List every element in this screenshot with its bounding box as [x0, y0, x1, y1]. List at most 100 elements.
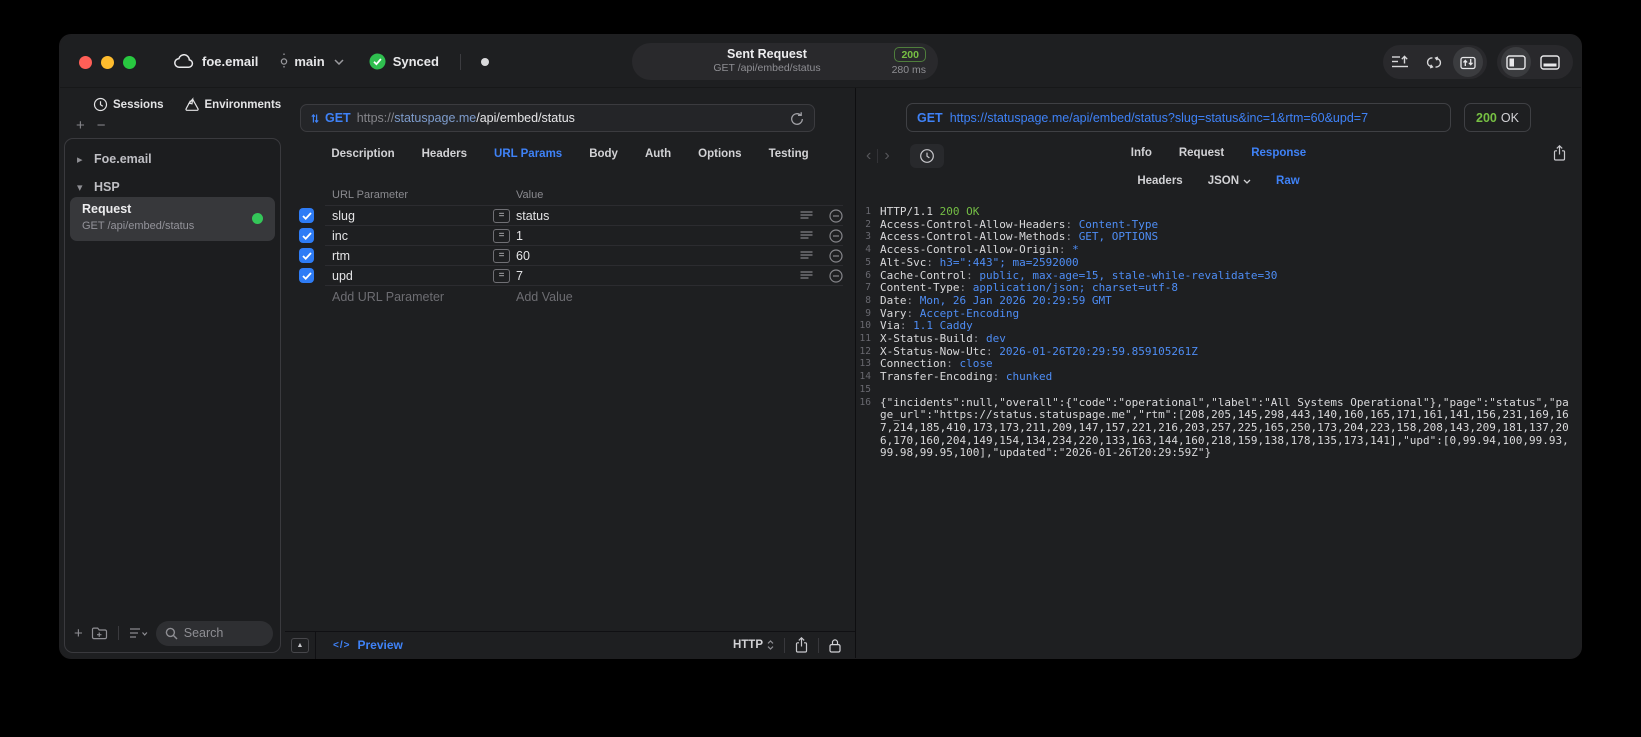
tab-description[interactable]: Description: [331, 148, 394, 160]
branch-name: main: [294, 54, 325, 69]
sent-request-pill[interactable]: Sent Request GET /api/embed/status 200 2…: [632, 43, 938, 80]
view-tab-json[interactable]: JSON: [1208, 175, 1251, 187]
view-tab-headers[interactable]: Headers: [1137, 175, 1182, 187]
line-number: 5: [865, 256, 871, 268]
param-name-cell[interactable]: rtm: [325, 249, 493, 263]
param-name-cell[interactable]: inc: [325, 229, 493, 243]
synced-check-icon: [369, 53, 386, 70]
equals-value-type-icon[interactable]: =: [493, 208, 510, 223]
search-box[interactable]: [155, 620, 273, 646]
param-rows: slug = status inc = 1 rtm = 60 upd = 7: [285, 206, 855, 286]
remove-row-icon[interactable]: [829, 208, 843, 223]
tab-testing[interactable]: Testing: [769, 148, 809, 160]
param-value-cell[interactable]: 60: [516, 249, 800, 263]
branch-selector[interactable]: main: [279, 53, 344, 70]
drag-handle-icon[interactable]: [800, 270, 813, 281]
sidebar: Sessions Environments + − ▸ Foe.email ▾ …: [60, 88, 285, 658]
sent-request-title: Sent Request: [727, 47, 807, 61]
drag-handle-icon[interactable]: [800, 230, 813, 241]
protocol-selector[interactable]: HTTP: [733, 639, 774, 651]
sent-request-subtitle: GET /api/embed/status: [713, 62, 821, 74]
tab-response[interactable]: Response: [1251, 147, 1306, 159]
method-updown-icon[interactable]: [311, 113, 319, 124]
code-brackets-icon: </>: [333, 639, 351, 651]
collapse-panel-button[interactable]: ▲: [285, 631, 316, 659]
search-input[interactable]: [183, 626, 264, 640]
response-status-code: 200: [1476, 110, 1497, 125]
response-view-tabs: Headers JSON Raw: [856, 175, 1581, 187]
drag-handle-icon[interactable]: [800, 210, 813, 221]
tab-request[interactable]: Request: [1179, 147, 1224, 159]
preview-button[interactable]: </> Preview: [333, 638, 403, 652]
tab-headers[interactable]: Headers: [422, 148, 467, 160]
add-value-cell[interactable]: Add Value: [516, 290, 573, 304]
params-header-row: URL Parameter Value: [285, 184, 855, 206]
new-folder-icon[interactable]: [91, 626, 108, 640]
param-row: inc = 1: [285, 226, 855, 246]
lock-icon[interactable]: [829, 638, 841, 653]
response-viewer-panel: GET https://statuspage.me/api/embed/stat…: [855, 88, 1581, 658]
line-number: 14: [859, 371, 871, 383]
equals-value-type-icon[interactable]: =: [493, 268, 510, 283]
response-url-field[interactable]: GET https://statuspage.me/api/embed/stat…: [906, 103, 1451, 132]
param-value-cell[interactable]: status: [516, 209, 800, 223]
new-request-button[interactable]: +: [74, 626, 83, 641]
param-value-cell[interactable]: 7: [516, 269, 800, 283]
param-checkbox[interactable]: [299, 268, 314, 283]
remove-row-icon[interactable]: [829, 268, 843, 283]
add-url-parameter-cell[interactable]: Add URL Parameter: [325, 290, 516, 304]
tab-auth[interactable]: Auth: [645, 148, 671, 160]
remove-request-button[interactable]: −: [97, 118, 106, 133]
tab-sessions[interactable]: Sessions: [93, 97, 164, 112]
request-url-bar[interactable]: GET https://statuspage.me/api/embed/stat…: [300, 104, 815, 132]
reload-icon[interactable]: [790, 111, 804, 126]
equals-value-type-icon[interactable]: =: [493, 248, 510, 263]
param-checkbox[interactable]: [299, 228, 314, 243]
sync-status[interactable]: Synced: [369, 53, 439, 70]
tab-options[interactable]: Options: [698, 148, 741, 160]
request-status-dot: [252, 213, 263, 224]
add-request-button[interactable]: +: [76, 118, 85, 133]
remove-row-icon[interactable]: [829, 228, 843, 243]
drag-handle-icon[interactable]: [800, 250, 813, 261]
url-params-table: URL Parameter Value slug = status inc = 1 rtm =…: [285, 184, 855, 308]
link-sync-icon[interactable]: [1417, 45, 1451, 79]
param-checkbox[interactable]: [299, 248, 314, 263]
equals-value-type-icon[interactable]: =: [493, 228, 510, 243]
tab-info[interactable]: Info: [1131, 147, 1152, 159]
send-request-icon[interactable]: [1383, 45, 1417, 79]
request-method[interactable]: GET: [325, 111, 351, 125]
response-status-button[interactable]: 200 OK: [1464, 103, 1531, 132]
tree-item-hsp[interactable]: ▾ HSP: [77, 175, 270, 199]
share-icon[interactable]: [795, 637, 808, 653]
view-tab-raw[interactable]: Raw: [1276, 175, 1300, 187]
minimize-window-button[interactable]: [101, 56, 114, 69]
tab-url-params[interactable]: URL Params: [494, 148, 562, 160]
request-list-item-selected[interactable]: Request GET /api/embed/status: [70, 197, 275, 241]
project-name[interactable]: foe.email: [202, 54, 258, 69]
latency-label: 280 ms: [891, 64, 926, 76]
import-export-icon[interactable]: [1453, 47, 1483, 77]
param-value-cell[interactable]: 1: [516, 229, 800, 243]
param-name-cell[interactable]: slug: [325, 209, 493, 223]
toggle-sidebar-icon[interactable]: [1501, 47, 1531, 77]
param-name-cell[interactable]: upd: [325, 269, 493, 283]
tab-environments[interactable]: Environments: [184, 97, 281, 112]
param-checkbox[interactable]: [299, 208, 314, 223]
line-number: 8: [865, 294, 871, 306]
request-item-subtitle: GET /api/embed/status: [82, 220, 195, 232]
remove-row-icon[interactable]: [829, 248, 843, 263]
close-window-button[interactable]: [79, 56, 92, 69]
tree-item-foe-email[interactable]: ▸ Foe.email: [77, 147, 270, 171]
response-line: 14 Transfer-Encoding: chunked: [856, 370, 1581, 384]
line-number: 16: [859, 396, 871, 408]
response-code-text: Vary: Accept-Encoding: [880, 306, 1020, 320]
toggle-bottom-panel-icon[interactable]: [1533, 45, 1567, 79]
response-tabs: Info Request Response: [856, 147, 1581, 159]
export-response-icon[interactable]: [1553, 145, 1566, 161]
zoom-window-button[interactable]: [123, 56, 136, 69]
tab-body[interactable]: Body: [589, 148, 618, 160]
sort-list-icon[interactable]: [129, 627, 148, 639]
sync-label: Synced: [392, 54, 439, 69]
check-icon: [301, 251, 312, 260]
